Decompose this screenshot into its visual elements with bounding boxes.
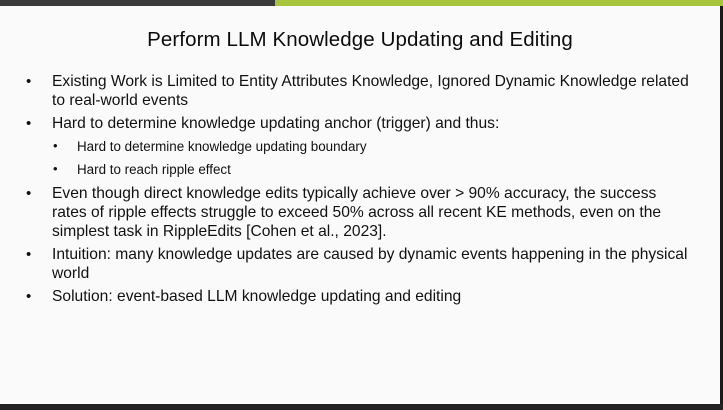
bullet-item: • Solution: event-based LLM knowledge up… [25,287,693,306]
bullet-dot: • [26,246,32,263]
bullet-item: • Even though direct knowledge edits typ… [25,184,693,241]
bullet-dot: • [26,115,32,132]
sub-bullet-text: Hard to determine knowledge updating bou… [77,139,367,154]
bullet-text: Solution: event-based LLM knowledge upda… [52,288,462,305]
slide-title: Perform LLM Knowledge Updating and Editi… [147,28,573,51]
bullet-list: • Existing Work is Limited to Entity Att… [25,72,693,310]
bullet-item: • Hard to determine knowledge updating a… [25,114,693,178]
window-bottom-edge [0,404,723,410]
sub-bullet-dot: • [53,161,58,176]
slide: Perform LLM Knowledge Updating and Editi… [0,6,720,404]
bullet-item: • Intuition: many knowledge updates are … [25,245,693,283]
bullet-text: Even though direct knowledge edits typic… [52,185,662,240]
bullet-dot: • [26,73,32,90]
sub-bullet-item: • Hard to reach ripple effect [52,161,693,178]
bullet-text: Hard to determine knowledge updating anc… [52,115,500,132]
bullet-text: Intuition: many knowledge updates are ca… [52,246,688,282]
sub-bullet-item: • Hard to determine knowledge updating b… [52,138,693,155]
bullet-dot: • [26,185,32,202]
bullet-item: • Existing Work is Limited to Entity Att… [25,72,693,110]
bullet-dot: • [26,288,32,305]
sub-bullet-list: • Hard to determine knowledge updating b… [52,138,693,178]
sub-bullet-dot: • [53,138,58,153]
sub-bullet-text: Hard to reach ripple effect [77,162,231,177]
bullet-text: Existing Work is Limited to Entity Attri… [52,73,689,109]
